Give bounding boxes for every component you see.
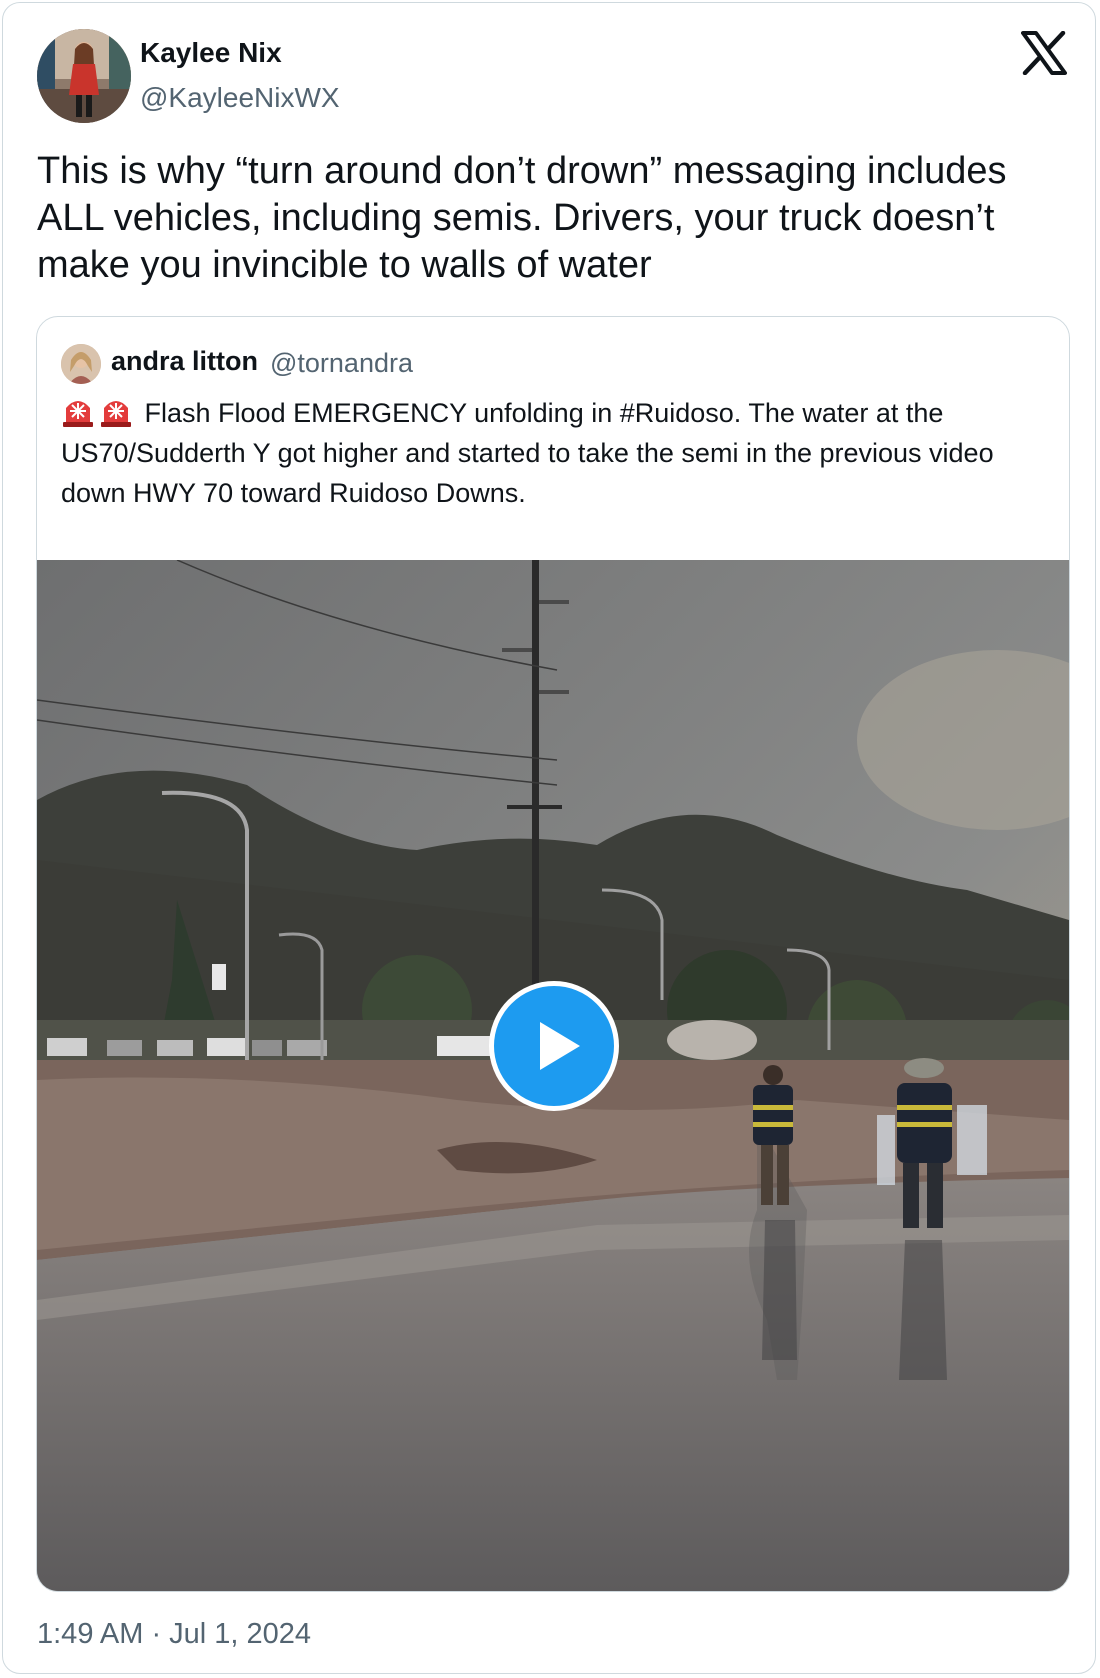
siren-icon bbox=[61, 394, 95, 428]
quoted-tweet-text: Flash Flood EMERGENCY unfolding in #Ruid… bbox=[61, 393, 1051, 513]
author-handle[interactable]: @KayleeNixWX bbox=[140, 82, 340, 114]
avatar-image bbox=[37, 29, 131, 123]
tweet-card: Kaylee Nix @KayleeNixWX This is why “tur… bbox=[2, 2, 1096, 1674]
quoted-tweet[interactable]: andra litton @tornandra Flash Flood EMER… bbox=[36, 316, 1070, 1592]
author-avatar[interactable] bbox=[37, 29, 131, 123]
play-button[interactable] bbox=[489, 981, 619, 1111]
video-thumbnail[interactable] bbox=[37, 560, 1069, 1591]
quoted-author-name[interactable]: andra litton bbox=[111, 346, 258, 377]
siren-icon bbox=[99, 394, 133, 428]
tweet-text: This is why “turn around don’t drown” me… bbox=[37, 150, 1007, 286]
quoted-author-handle[interactable]: @tornandra bbox=[270, 348, 413, 379]
x-logo-icon[interactable] bbox=[1021, 30, 1067, 76]
quoted-author-avatar[interactable] bbox=[61, 344, 101, 384]
quoted-avatar-image bbox=[61, 344, 101, 384]
play-icon bbox=[540, 1022, 580, 1070]
quoted-tweet-body: Flash Flood EMERGENCY unfolding in #Ruid… bbox=[61, 398, 994, 508]
tweet-timestamp[interactable]: 1:49 AM · Jul 1, 2024 bbox=[37, 1618, 311, 1651]
author-name[interactable]: Kaylee Nix bbox=[140, 37, 282, 69]
